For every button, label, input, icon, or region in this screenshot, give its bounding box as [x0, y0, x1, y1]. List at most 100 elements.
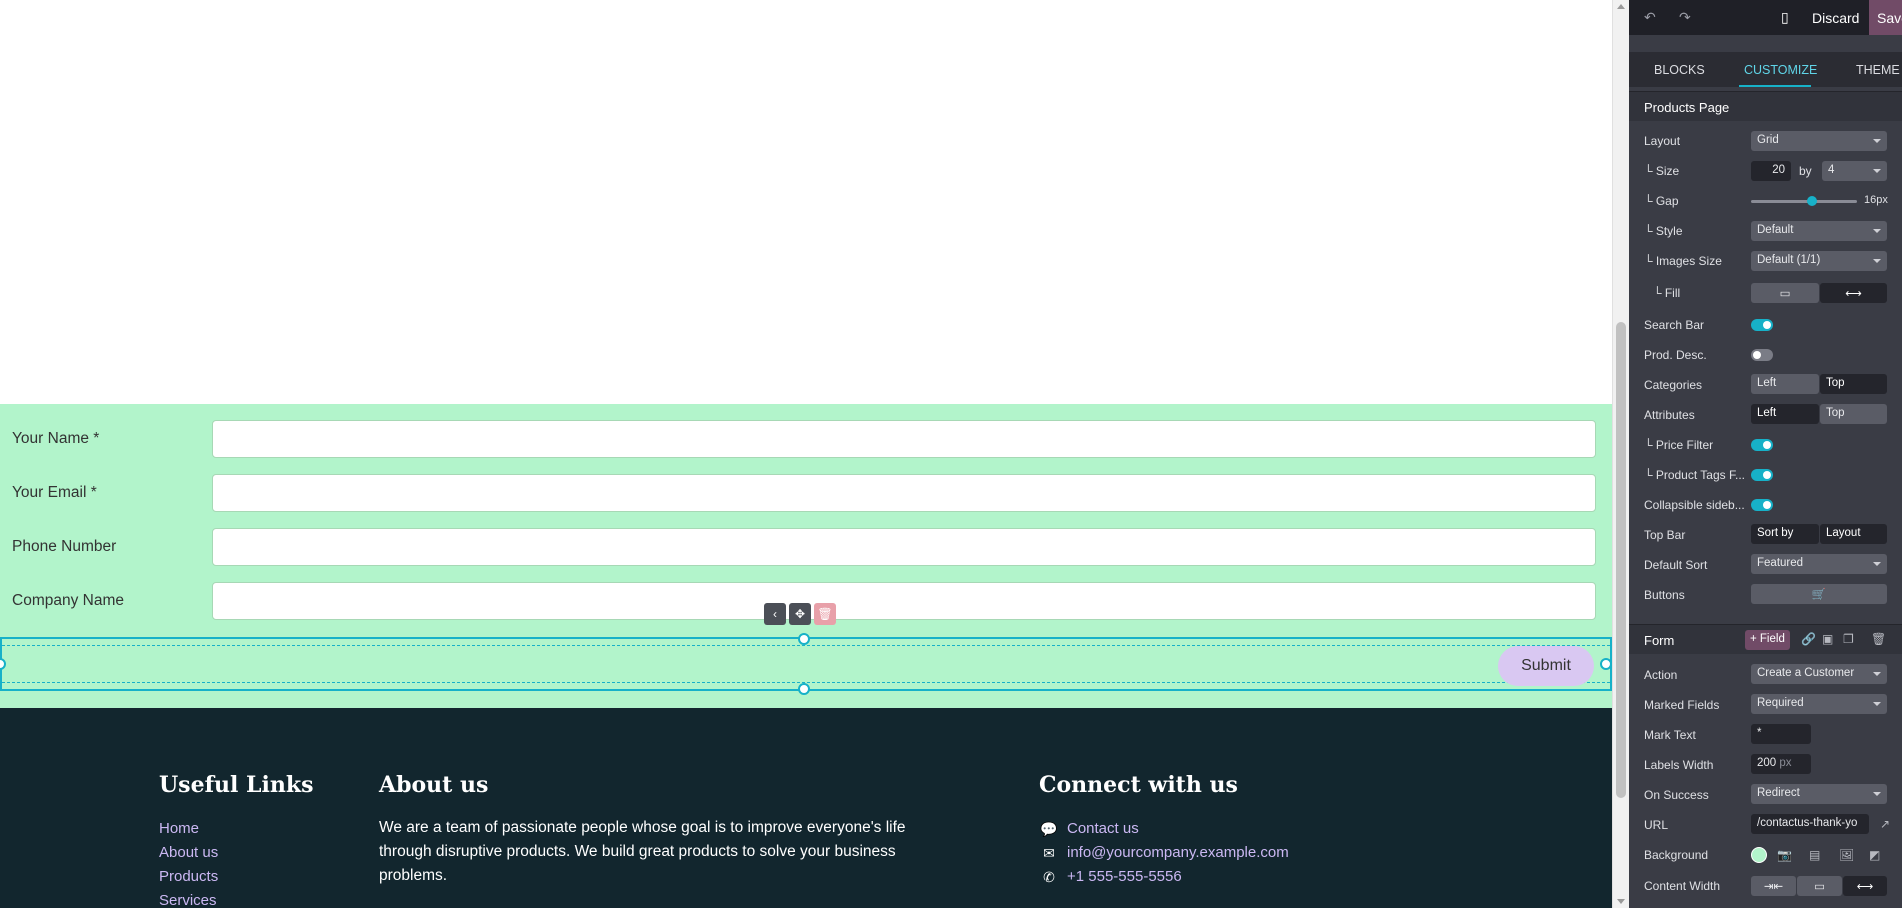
- action-label: Action: [1644, 668, 1678, 682]
- top-bar-label: Top Bar: [1644, 528, 1686, 542]
- footer-connect-title: Connect with us: [1039, 772, 1238, 798]
- size-cols-select[interactable]: 4: [1822, 161, 1887, 181]
- undo-icon[interactable]: ↶: [1644, 9, 1656, 26]
- price-filter-label: └ Price Filter: [1644, 438, 1714, 452]
- content-width-label: Content Width: [1644, 879, 1721, 893]
- url-label: URL: [1644, 818, 1669, 832]
- marked-fields-select[interactable]: Required: [1751, 694, 1887, 714]
- email-input[interactable]: [212, 474, 1596, 512]
- footer-link-products[interactable]: Products: [159, 868, 218, 885]
- top-bar-sort-button[interactable]: Sort by: [1751, 524, 1819, 544]
- chevron-left-icon[interactable]: ‹: [764, 603, 786, 625]
- tab-theme[interactable]: THEME: [1856, 63, 1900, 77]
- gap-slider[interactable]: [1751, 196, 1857, 206]
- chevron-down-icon: [1873, 672, 1881, 676]
- attributes-top-button[interactable]: Top: [1820, 404, 1887, 424]
- resize-handle-right[interactable]: [1600, 658, 1612, 670]
- resize-handle-bottom[interactable]: [798, 683, 810, 695]
- form-label-name: Your Name *: [12, 430, 100, 447]
- gap-slider-thumb[interactable]: [1807, 196, 1817, 206]
- labels-width-input[interactable]: 200 px: [1751, 754, 1811, 774]
- fill-full-icon[interactable]: ⟷: [1820, 283, 1887, 303]
- tab-customize[interactable]: CUSTOMIZE: [1744, 63, 1817, 77]
- on-success-select[interactable]: Redirect: [1751, 784, 1887, 804]
- copy-icon[interactable]: ❐: [1843, 632, 1854, 646]
- mark-text-input[interactable]: *: [1751, 724, 1811, 744]
- scroll-up-icon[interactable]: [1617, 4, 1625, 9]
- camera-icon[interactable]: 📷: [1777, 848, 1792, 862]
- mobile-preview-icon[interactable]: ▯: [1781, 9, 1789, 26]
- chevron-down-icon: [1873, 169, 1881, 173]
- footer-link-services[interactable]: Services: [159, 892, 217, 908]
- footer-about-text: We are a team of passionate people whose…: [379, 819, 906, 884]
- footer-contact-link[interactable]: Contact us: [1067, 820, 1139, 837]
- submit-button[interactable]: Submit: [1498, 646, 1594, 686]
- phone-input[interactable]: [212, 528, 1596, 566]
- company-input[interactable]: [212, 582, 1596, 620]
- save-button[interactable]: Save: [1869, 0, 1902, 35]
- trash-icon[interactable]: 🗑: [1871, 632, 1886, 646]
- chevron-down-icon: [1873, 562, 1881, 566]
- cart-icon[interactable]: 🛒: [1751, 584, 1887, 604]
- categories-left-button[interactable]: Left: [1751, 374, 1819, 394]
- snippet-toolbar: ‹ ✥ 🗑: [764, 603, 836, 625]
- size-rows-input[interactable]: 20: [1751, 161, 1791, 181]
- form-row-email: Your Email *: [0, 474, 1612, 512]
- default-sort-label: Default Sort: [1644, 558, 1708, 572]
- video-icon[interactable]: ▤: [1809, 848, 1820, 862]
- tab-blocks[interactable]: BLOCKS: [1654, 63, 1705, 77]
- image-icon[interactable]: 🖼: [1839, 848, 1854, 862]
- marked-fields-label: Marked Fields: [1644, 698, 1720, 712]
- editor-panel: ↶ ↷ ▯ Discard Save BLOCKS CUSTOMIZE THEM…: [1629, 0, 1902, 908]
- name-input[interactable]: [212, 420, 1596, 458]
- add-field-button[interactable]: + Field: [1745, 630, 1790, 650]
- default-sort-select[interactable]: Featured: [1751, 554, 1887, 574]
- footer-link-about[interactable]: About us: [159, 844, 218, 861]
- external-link-icon[interactable]: ↗: [1880, 817, 1890, 831]
- shape-icon[interactable]: ◩: [1869, 848, 1880, 862]
- width-regular-icon[interactable]: ▭: [1797, 876, 1842, 896]
- images-size-select[interactable]: Default (1/1): [1751, 251, 1887, 271]
- layout-select[interactable]: Grid: [1751, 131, 1887, 151]
- resize-handle-top[interactable]: [798, 633, 810, 645]
- form-label-email: Your Email *: [12, 484, 97, 501]
- envelope-icon: ✉: [1043, 845, 1055, 861]
- trash-icon[interactable]: 🗑: [814, 603, 836, 625]
- redo-icon[interactable]: ↷: [1679, 9, 1691, 26]
- footer-about-title: About us: [379, 772, 489, 798]
- footer-email-link[interactable]: info@yourcompany.example.com: [1067, 844, 1289, 861]
- collapsible-sidebar-toggle[interactable]: [1751, 499, 1773, 511]
- background-color-swatch[interactable]: [1751, 847, 1767, 863]
- attributes-label: Attributes: [1644, 408, 1695, 422]
- fill-contained-icon[interactable]: ▭: [1751, 283, 1819, 303]
- style-select[interactable]: Default: [1751, 221, 1887, 241]
- product-tags-toggle[interactable]: [1751, 469, 1773, 481]
- action-select[interactable]: Create a Customer: [1751, 664, 1887, 684]
- move-icon[interactable]: ✥: [789, 603, 811, 625]
- scroll-down-icon[interactable]: [1617, 899, 1625, 904]
- chevron-down-icon: [1873, 259, 1881, 263]
- link-icon[interactable]: 🔗: [1801, 632, 1816, 646]
- price-filter-toggle[interactable]: [1751, 439, 1773, 451]
- labels-width-label: Labels Width: [1644, 758, 1714, 772]
- width-full-icon[interactable]: ⟷: [1843, 876, 1887, 896]
- scroll-thumb[interactable]: [1616, 322, 1626, 798]
- save-icon[interactable]: ▣: [1822, 632, 1833, 646]
- prod-desc-label: Prod. Desc.: [1644, 348, 1707, 362]
- chat-icon: 💬: [1040, 821, 1058, 837]
- prod-desc-toggle[interactable]: [1751, 349, 1773, 361]
- chevron-down-icon: [1873, 139, 1881, 143]
- top-bar-layout-button[interactable]: Layout: [1820, 524, 1887, 544]
- size-label: └ Size: [1644, 164, 1680, 178]
- attributes-left-button[interactable]: Left: [1751, 404, 1819, 424]
- search-bar-toggle[interactable]: [1751, 319, 1773, 331]
- footer: Useful Links Home About us Products Serv…: [0, 708, 1612, 908]
- url-input[interactable]: /contactus-thank-yo: [1751, 814, 1869, 834]
- discard-button[interactable]: Discard: [1812, 10, 1859, 26]
- width-small-icon[interactable]: ⇥⇤: [1751, 876, 1796, 896]
- categories-top-button[interactable]: Top: [1820, 374, 1887, 394]
- on-success-label: On Success: [1644, 788, 1709, 802]
- footer-phone-link[interactable]: +1 555-555-5556: [1067, 868, 1182, 885]
- footer-link-home[interactable]: Home: [159, 820, 199, 837]
- canvas-scrollbar[interactable]: [1612, 0, 1629, 908]
